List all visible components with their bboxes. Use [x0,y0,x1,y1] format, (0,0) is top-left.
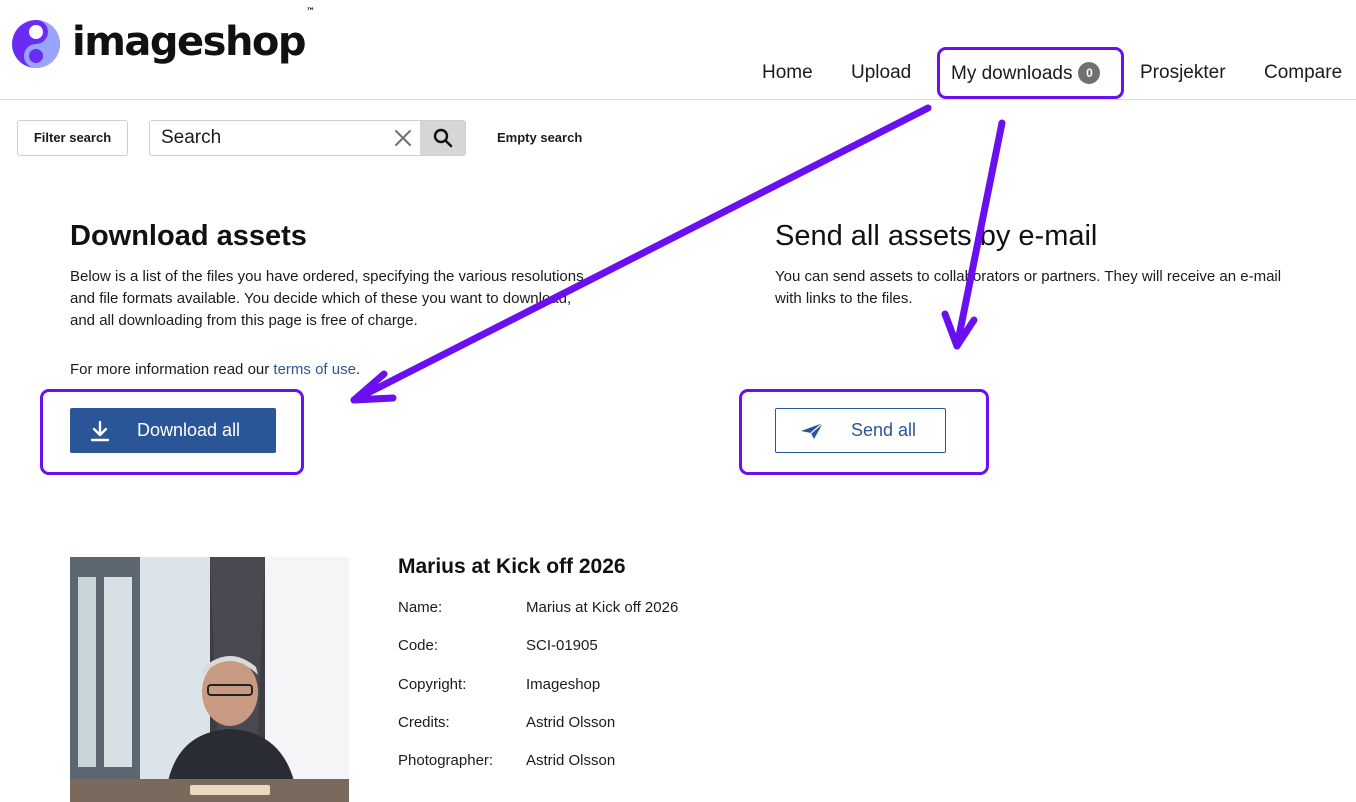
filter-search-button[interactable]: Filter search [17,120,128,156]
download-all-label: Download all [137,420,241,440]
nav-my-downloads-label: My downloads [951,63,1073,84]
email-description: You can send assets to collaborators or … [775,268,1282,307]
asset-field-value: Marius at Kick off 2026 [526,599,679,616]
close-icon[interactable] [394,129,412,147]
asset-field-label: Credits: [398,714,450,731]
search-button[interactable] [420,121,465,155]
empty-search-link[interactable]: Empty search [497,130,582,145]
download-icon [90,420,110,441]
send-all-label: Send all [851,420,917,440]
nav-my-downloads[interactable]: My downloads 0 [951,62,1101,85]
paper-plane-icon [801,422,824,439]
nav-prosjekter[interactable]: Prosjekter [1140,62,1226,84]
terms-info: For more information read our terms of u… [70,361,361,378]
download-all-button[interactable]: Download all [70,408,276,453]
download-description: Below is a list of the files you have or… [70,268,584,329]
search-icon [433,128,452,148]
email-heading: Send all assets by e-mail [775,220,1098,252]
terms-of-use-link[interactable]: terms of use [273,361,356,378]
main-nav: Home Upload My downloads 0 Prosjekter Com… [0,50,1356,96]
header: imageshop™ Home Upload My downloads 0 Pro… [0,0,1356,100]
asset-thumbnail[interactable] [70,557,349,802]
asset-field-value: Astrid Olsson [526,714,616,731]
search-input[interactable] [150,121,390,155]
asset-field-value: Astrid Olsson [526,752,616,769]
asset-field-value: SCI-01905 [526,637,598,654]
nav-upload[interactable]: Upload [851,62,911,84]
download-heading: Download assets [70,220,307,252]
asset-field-label: Photographer: [398,752,494,769]
asset-title: Marius at Kick off 2026 [398,555,626,578]
asset-field-label: Name: [398,599,443,616]
asset-field-label: Code: [398,637,439,654]
asset-field-label: Copyright: [398,676,467,693]
downloads-count-badge: 0 [1078,62,1101,84]
send-all-button[interactable]: Send all [775,408,946,453]
nav-compare[interactable]: Compare [1264,62,1342,84]
search-box [149,120,466,156]
asset-field-value: Imageshop [526,676,601,693]
nav-home[interactable]: Home [762,62,813,84]
